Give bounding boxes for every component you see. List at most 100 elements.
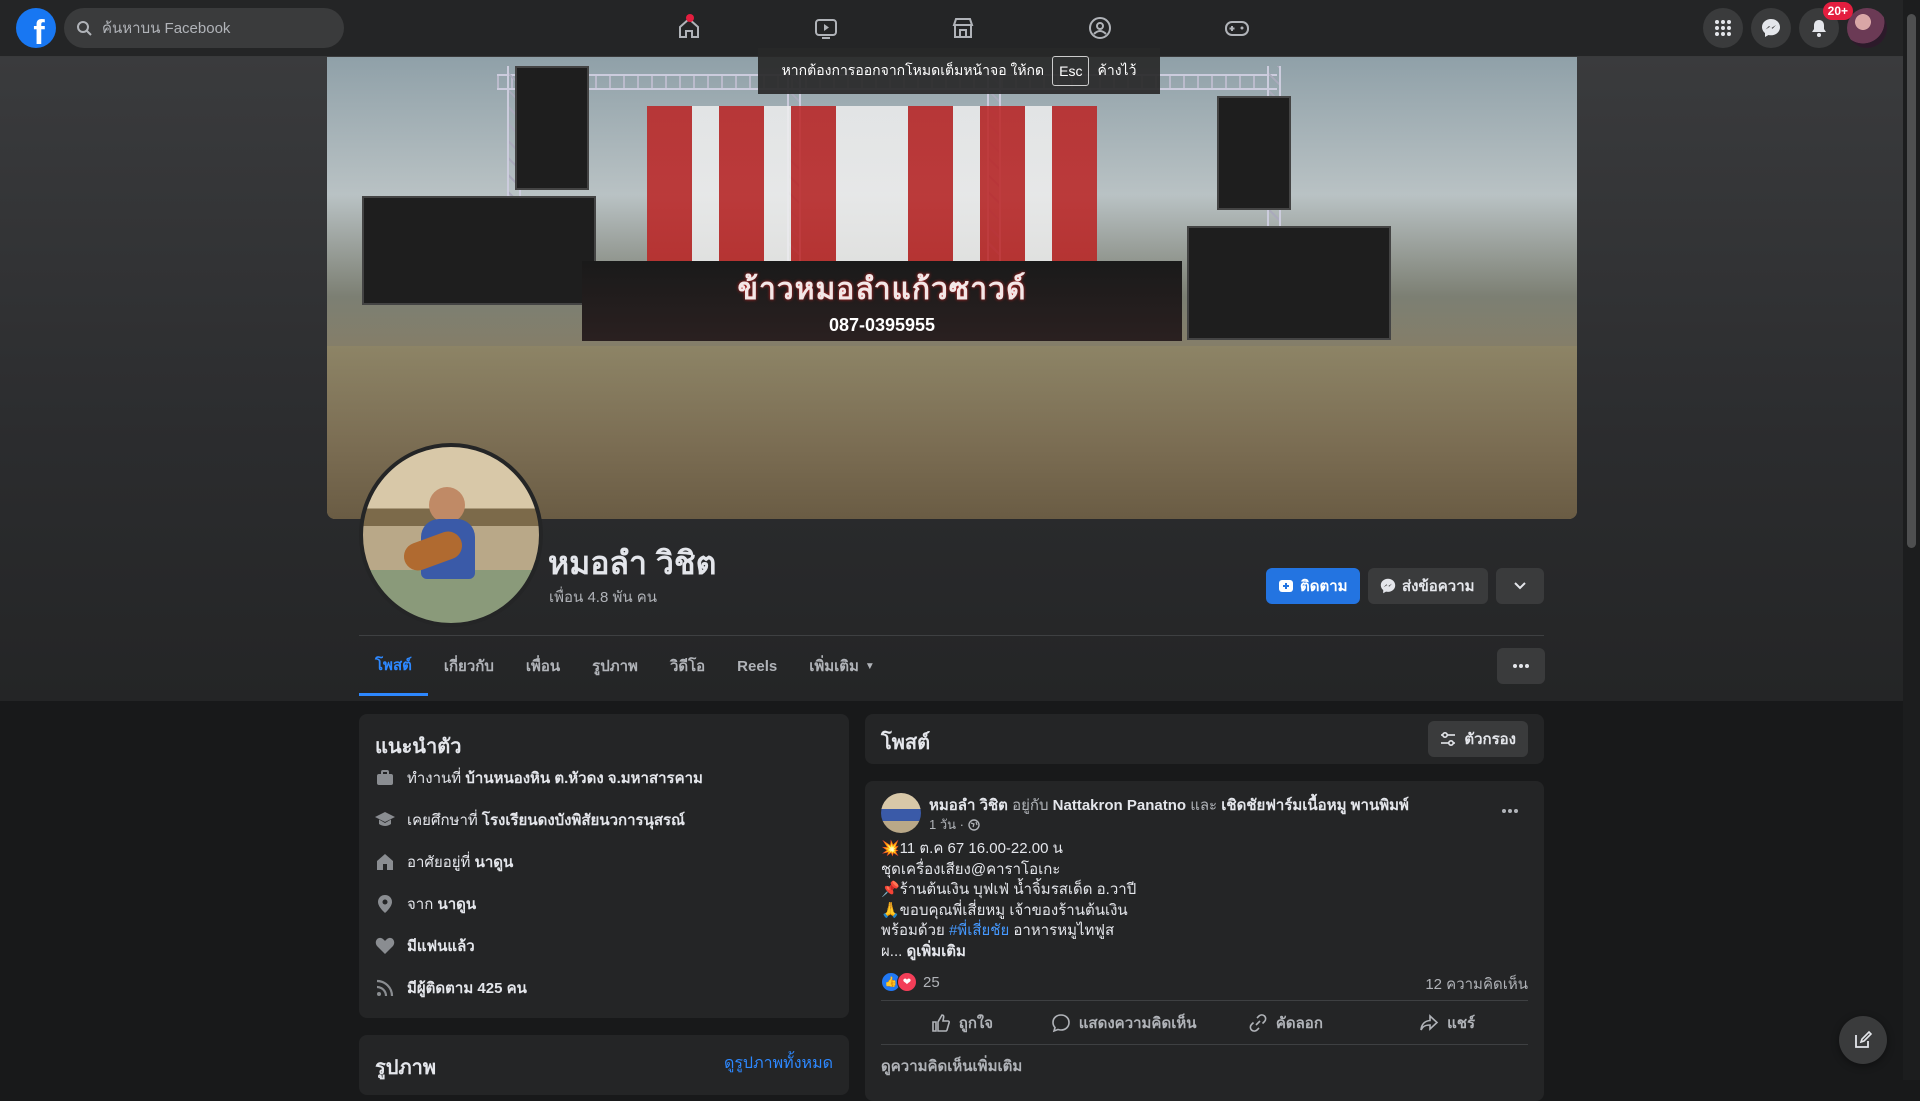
tab-more[interactable]: เพิ่มเติม ▼ xyxy=(793,636,891,696)
reaction-count: 25 xyxy=(923,973,940,991)
post-line: พร้อมด้วย #พี่เสี่ยชัย อาหารหมูไทฟูส xyxy=(881,921,1136,942)
see-more-link[interactable]: ดูเพิ่มเติม xyxy=(906,943,965,960)
search-input[interactable] xyxy=(100,18,334,38)
tab-friends[interactable]: เพื่อน xyxy=(510,636,576,696)
search-icon xyxy=(77,21,92,36)
messenger-icon xyxy=(1380,578,1396,594)
post-author-name[interactable]: หมอลำ วิชิต xyxy=(929,797,1008,814)
friends-count[interactable]: เพื่อน 4.8 พัน คน xyxy=(549,585,657,609)
esc-key: Esc xyxy=(1052,56,1090,86)
view-more-comments-link[interactable]: ดูความคิดเห็นเพิ่มเติม xyxy=(881,1054,1022,1078)
scrollbar-thumb[interactable] xyxy=(1907,14,1916,548)
facebook-logo[interactable]: f xyxy=(16,8,56,48)
message-label: ส่งข้อความ xyxy=(1402,578,1475,595)
post-header-text: หมอลำ วิชิต อยู่กับ Nattakron Panatno แล… xyxy=(929,793,1409,817)
account-controls: 20+ xyxy=(1703,2,1887,48)
location-pin-icon xyxy=(373,892,397,916)
tab-label: รูปภาพ xyxy=(592,658,638,675)
comment-label: แสดงความคิดเห็น xyxy=(1078,1015,1197,1032)
follow-button[interactable]: ติดตาม xyxy=(1266,568,1360,604)
watch-icon xyxy=(814,19,837,39)
intro-followers: มีผู้ติดตาม 425 คน xyxy=(373,976,527,1000)
tab-label: โพสต์ xyxy=(375,656,412,674)
chevron-down-icon xyxy=(1514,582,1526,590)
post-author-avatar[interactable] xyxy=(881,793,921,833)
like-label: ถูกใจ xyxy=(958,1015,994,1032)
profile-picture[interactable] xyxy=(359,443,543,627)
profile-more-button[interactable] xyxy=(1496,568,1544,604)
post-options-button[interactable] xyxy=(1492,793,1528,829)
tagged-person[interactable]: เชิดชัยฟาร์มเนื้อหมู พานพิมพ์ xyxy=(1221,797,1409,814)
follow-icon xyxy=(1279,580,1293,592)
notifications-button[interactable]: 20+ xyxy=(1799,2,1853,48)
briefcase-icon xyxy=(373,766,397,790)
photos-card: รูปภาพ ดูรูปภาพทั้งหมด xyxy=(359,1035,849,1095)
stage-banner: ข้าวหมอลำแก้วซาวด์ 087-0395955 xyxy=(582,261,1182,341)
tab-reels[interactable]: Reels xyxy=(721,636,793,696)
ellipsis-icon xyxy=(1502,809,1518,813)
comment-count[interactable]: 12 ความคิดเห็น xyxy=(1425,972,1528,996)
banner-phone: 087-0395955 xyxy=(828,315,936,335)
tabs-more-options-button[interactable] xyxy=(1497,648,1545,684)
copy-link-button[interactable]: คัดลอก xyxy=(1205,1003,1367,1043)
bell-icon xyxy=(1812,20,1826,37)
copy-label: คัดลอก xyxy=(1275,1015,1323,1032)
post-timestamp[interactable]: 1 วัน · xyxy=(929,814,980,835)
share-button[interactable]: แชร์ xyxy=(1366,1003,1528,1043)
tab-label: เพิ่มเติม xyxy=(809,658,859,675)
post-line: ชุดเครื่องเสียง@คาราโอเกะ xyxy=(881,860,1061,878)
speaker-stack xyxy=(362,196,596,305)
see-all-photos-link[interactable]: ดูรูปภาพทั้งหมด xyxy=(724,1051,833,1076)
posts-header: โพสต์ ตัวกรอง xyxy=(865,714,1544,764)
page-scrollbar[interactable] xyxy=(1903,0,1920,1080)
search-box[interactable] xyxy=(64,8,344,48)
post-divider xyxy=(881,1044,1528,1045)
hashtag-link[interactable]: #พี่เสี่ยชัย xyxy=(949,922,1009,939)
messenger-icon xyxy=(1762,19,1780,37)
intro-value[interactable]: บ้านหนองหิน ต.หัวดง จ.มหาสารคาม xyxy=(465,770,703,787)
intro-title: แนะนำตัว xyxy=(375,736,462,758)
post-line: 📌ร้านต้นเงิน บุฟเฟ่ น้ำจิ้มรสเด็ด อ.วาปี xyxy=(881,881,1137,898)
stage-curtains xyxy=(647,106,1097,276)
intro-value[interactable]: โรงเรียนดงบังพิสัยนวการนุสรณ์ xyxy=(482,812,685,829)
intro-value[interactable]: มีผู้ติดตาม 425 คน xyxy=(407,980,527,997)
account-avatar[interactable] xyxy=(1847,8,1887,48)
intro-card: แนะนำตัว ทำงานที่ บ้านหนองหิน ต.หัวดง จ.… xyxy=(359,714,849,1018)
intro-work: ทำงานที่ บ้านหนองหิน ต.หัวดง จ.มหาสารคาม xyxy=(373,766,703,790)
tab-about[interactable]: เกี่ยวกับ xyxy=(428,636,510,696)
posts-title: โพสต์ xyxy=(881,732,931,754)
groups-icon xyxy=(1088,17,1111,39)
intro-value[interactable]: นาดูน xyxy=(437,896,476,913)
tagged-person[interactable]: Nattakron Panatno xyxy=(1053,797,1186,814)
post-text-segment: พร้อมด้วย xyxy=(881,922,949,939)
hint-text: หากต้องการออกจากโหมดเต็มหน้าจอ ให้กด xyxy=(781,62,1045,78)
messenger-button[interactable] xyxy=(1751,8,1791,48)
post-line: ผ... ดูเพิ่มเติม xyxy=(881,942,1136,963)
follow-label: ติดตาม xyxy=(1300,578,1348,595)
tab-photos[interactable]: รูปภาพ xyxy=(576,636,654,696)
intro-relationship-text: มีแฟนแล้ว xyxy=(407,934,475,958)
intro-prefix: เคยศึกษาที่ xyxy=(407,812,482,829)
tab-videos[interactable]: วิดีโอ xyxy=(654,636,721,696)
message-button[interactable]: ส่งข้อความ xyxy=(1368,568,1488,604)
like-button[interactable]: ถูกใจ xyxy=(881,1003,1043,1043)
speaker-stack xyxy=(1187,226,1391,340)
nav-gaming[interactable] xyxy=(1168,0,1305,56)
love-reaction-icon: ❤ xyxy=(897,972,917,992)
menu-button[interactable] xyxy=(1703,8,1743,48)
nav-home[interactable] xyxy=(620,0,757,56)
caret-down-icon: ▼ xyxy=(864,660,875,672)
globe-icon xyxy=(968,818,980,831)
post-text-segment: ผ... xyxy=(881,942,907,960)
intro-lives-in-text: อาศัยอยู่ที่ นาดูน xyxy=(407,850,513,874)
filter-button[interactable]: ตัวกรอง xyxy=(1428,721,1528,757)
cover-photo[interactable]: ข้าวหมอลำแก้วซาวด์ 087-0395955 xyxy=(327,56,1577,519)
post-actions: ถูกใจ แสดงความคิดเห็น คัดลอก แชร์ xyxy=(881,1003,1528,1043)
new-message-button[interactable] xyxy=(1839,1016,1887,1064)
intro-value[interactable]: นาดูน xyxy=(475,854,514,871)
gaming-icon xyxy=(1224,21,1249,36)
tab-posts[interactable]: โพสต์ xyxy=(359,636,428,696)
comment-button[interactable]: แสดงความคิดเห็น xyxy=(1043,1003,1205,1043)
reaction-summary[interactable]: 👍 ❤ 25 xyxy=(881,972,940,992)
sliders-icon xyxy=(1441,731,1456,747)
